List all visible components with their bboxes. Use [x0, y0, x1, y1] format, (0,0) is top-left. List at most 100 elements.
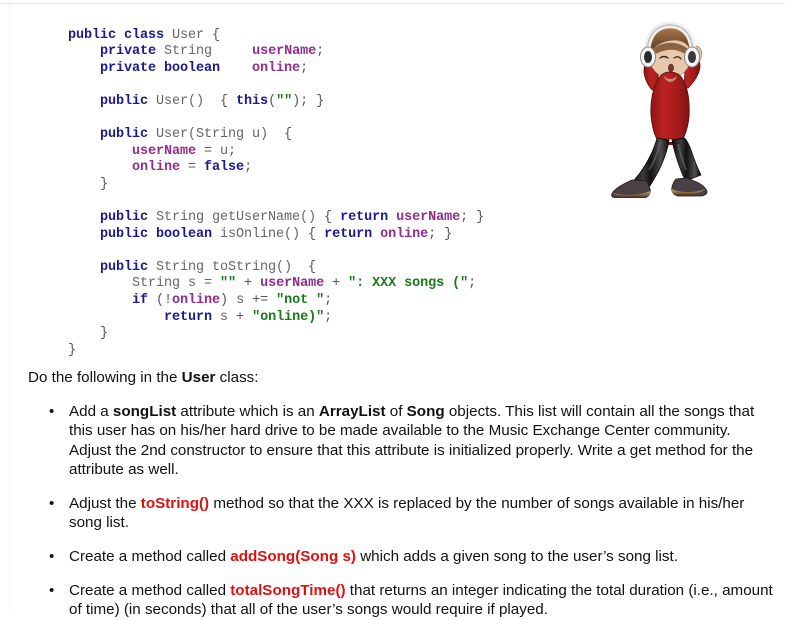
bullet-icon: • [49, 581, 55, 599]
code-token: public class [68, 27, 173, 43]
code-token: ; [316, 44, 325, 60]
code-token: ; } [460, 210, 485, 226]
code-token: + [236, 276, 261, 292]
code-token: private boolean [68, 60, 221, 76]
task-item-adjust-tostring: • Adjust the toString() method so that th… [28, 494, 776, 533]
code-token: online [172, 293, 221, 308]
bullet-icon: • [49, 494, 55, 512]
instructions-section: Do the following in the User class: • Add… [28, 368, 776, 620]
bullet-icon: • [49, 548, 55, 566]
code-token: userName [252, 44, 317, 60]
code-token: false [204, 160, 245, 176]
task-text: of [385, 402, 407, 420]
code-token: "not " [276, 293, 325, 308]
code-line-8: userName = u; [68, 144, 484, 161]
term-emphasis: songList [112, 402, 177, 420]
code-token: if [68, 293, 157, 308]
code-token: { [292, 259, 317, 275]
code-token: ; } [428, 226, 453, 242]
code-token: userName [396, 210, 461, 226]
code-token: online [380, 226, 429, 242]
code-line-10: } [68, 177, 484, 194]
page-left-rule [9, 4, 10, 609]
code-token: ; [468, 276, 477, 292]
code-token: public boolean [68, 226, 221, 242]
task-text: attribute which is an [176, 402, 319, 420]
method-name-highlight: addSong(Song s) [230, 548, 356, 566]
code-line-7: public User(String u) { [68, 127, 484, 144]
code-token: = [196, 143, 221, 159]
code-token: public [68, 259, 157, 275]
code-line-18: return s + "online)"; [68, 310, 484, 327]
code-token: return [68, 309, 221, 325]
code-token: } [68, 342, 77, 358]
code-token: + [228, 309, 253, 325]
code-token: } [68, 176, 109, 192]
code-token: s [220, 309, 229, 325]
java-code-listing: public class User { private String userN… [68, 28, 484, 360]
code-token: String toString() [156, 259, 293, 275]
bullet-icon: • [49, 402, 55, 420]
code-token: s [236, 293, 245, 308]
code-token: String s = [68, 276, 221, 292]
code-token: "online)" [252, 309, 325, 325]
task-item-add-song-method: • Create a method called addSong(Song s) … [28, 547, 776, 567]
task-text: Adjust the [69, 494, 141, 512]
code-token: private [68, 44, 165, 60]
code-token: return [324, 226, 381, 242]
code-token: public [68, 93, 157, 109]
code-line-20: } [68, 343, 484, 360]
task-item-total-song-time-method: • Create a method called totalSongTime() … [28, 581, 776, 620]
code-line-19: } [68, 326, 484, 343]
code-line-12: public String getUserName() { return use… [68, 210, 484, 227]
code-line-13: public boolean isOnline() { return onlin… [68, 227, 484, 244]
code-token: public [68, 127, 157, 143]
task-text: Add a [69, 402, 113, 420]
code-token: online [132, 160, 181, 176]
code-token: userName [260, 276, 325, 292]
code-token: ( [268, 93, 277, 109]
code-token: } [68, 326, 109, 342]
code-token: String getUserName() [156, 210, 317, 226]
code-token: User [172, 27, 205, 43]
code-token: online [252, 60, 301, 76]
lead-prefix: Do the following in the [28, 369, 182, 386]
code-token: "" [220, 276, 237, 292]
code-token: { [204, 93, 237, 109]
code-token: { [268, 127, 293, 143]
code-token: User() [156, 93, 205, 109]
torso-shirt [650, 71, 690, 145]
task-text: Create a method called [69, 581, 231, 599]
code-token: { [316, 210, 341, 226]
code-token: ": XXX songs (" [348, 276, 469, 292]
code-token: ; [324, 293, 333, 308]
page-top-rule [0, 3, 785, 4]
code-token: u; [220, 143, 237, 159]
code-token: + [324, 276, 349, 292]
task-text: Create a method called [69, 548, 231, 566]
method-name-highlight: toString() [140, 494, 210, 512]
code-token: += [244, 293, 277, 308]
code-line-9: online = false; [68, 160, 484, 177]
code-line-15: public String toString() { [68, 260, 484, 277]
code-token: User(String u) [156, 127, 269, 143]
code-token: ; [324, 309, 333, 325]
code-line-17: if (!online) s += "not "; [68, 293, 484, 310]
task-list: • Add a songList attribute which is an Ar… [28, 402, 776, 620]
code-line-16: String s = "" + userName + ": XXX songs … [68, 276, 484, 293]
code-token: String [164, 44, 213, 60]
task-text: which adds a given song to the user’s so… [355, 548, 678, 566]
term-emphasis: ArrayList [318, 402, 386, 420]
lead-paragraph: Do the following in the User class: [28, 368, 776, 388]
code-line-5: public User() { this(""); } [68, 94, 484, 111]
code-token: public [68, 210, 157, 226]
code-token: ; [300, 60, 309, 76]
task-item-songlist-attribute: • Add a songList attribute which is an Ar… [28, 402, 776, 480]
